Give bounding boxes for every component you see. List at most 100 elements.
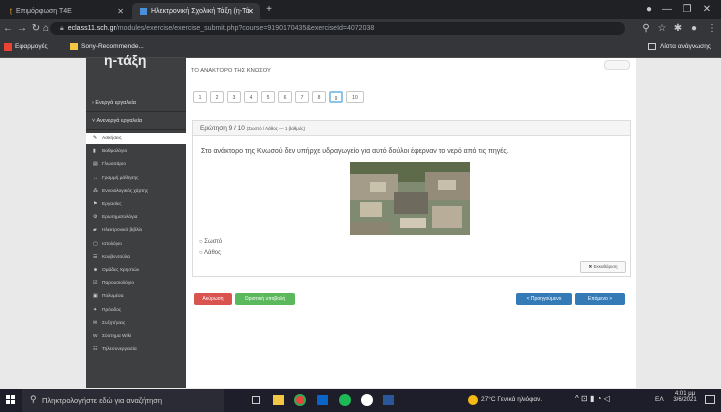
sidebar-item-label: Γλωσσάριο <box>102 162 126 168</box>
top-right-toggle[interactable] <box>604 60 630 70</box>
sidebar-item-icon: ⁂ <box>93 188 98 194</box>
sidebar-item[interactable]: ▮ Βαθμολόγιο <box>86 146 186 157</box>
clear-answer-button[interactable]: ✖ Εκκαθάριση <box>580 261 626 273</box>
back-icon[interactable]: ← <box>2 19 14 38</box>
page-button[interactable]: 4 <box>244 91 258 103</box>
url-field[interactable]: 🔒︎ eclass11.sch.gr/modules/exercise/exerc… <box>50 22 625 35</box>
spotify-icon[interactable] <box>339 394 351 406</box>
battery-icon[interactable]: ▮ <box>590 394 594 403</box>
previous-button[interactable]: < Προηγούμενο <box>516 293 572 305</box>
forward-icon[interactable]: → <box>16 19 28 38</box>
question-text: Στο ανάκτορο της Κνωσού δεν υπήρχε υδραγ… <box>201 148 509 155</box>
windows-start-icon[interactable] <box>6 395 16 405</box>
sidebar-section-inactive-tools[interactable]: ˅ Ανενεργά εργαλεία <box>86 112 186 130</box>
radio-icon[interactable]: ○ <box>199 250 203 256</box>
reading-list[interactable]: Λίστα ανάγνωσης <box>660 43 711 50</box>
sidebar-item[interactable]: ▰ Ηλεκτρονικό βιβλίο <box>86 225 186 236</box>
zoom-icon[interactable]: ⚲ <box>640 19 652 38</box>
sidebar-item[interactable]: ✦ Πρόοδος <box>86 305 186 316</box>
next-button[interactable]: Επόμενο > <box>575 293 625 305</box>
option-false[interactable]: ○ Λάθος <box>199 250 221 256</box>
bookmark-star-icon[interactable]: ☆ <box>656 19 668 38</box>
page-button[interactable]: 1 <box>193 91 207 103</box>
sidebar-item-icon: ▰ <box>93 228 97 234</box>
menu-dots-icon[interactable]: ⋮ <box>706 19 718 38</box>
sidebar-item-icon: ▣ <box>93 294 98 300</box>
weather-text[interactable]: 27°C Γενικά ηλιόφαν. <box>481 396 542 403</box>
wifi-icon[interactable]: ◔ <box>597 394 602 403</box>
sidebar-item[interactable]: ☑ Παρουσιολόγιο <box>86 278 186 289</box>
task-view-icon[interactable] <box>252 396 260 404</box>
close-window-icon[interactable]: ✕ <box>700 0 714 19</box>
sidebar-item-label: Σύστημα Wiki <box>102 334 132 339</box>
cancel-button[interactable]: Ακύρωση <box>194 293 232 305</box>
sidebar-item-label: Βαθμολόγιο <box>102 149 128 155</box>
sidebar-item[interactable]: ☷ Τηλεσυνεργασία <box>86 344 186 355</box>
sidebar-item-label: Εργασίες <box>102 202 122 207</box>
sidebar-item-label: Ιστολόγιο <box>102 241 122 247</box>
sidebar-item[interactable]: ↔ Γραμμή μάθησης <box>86 173 186 184</box>
radio-icon[interactable]: ○ <box>199 239 203 245</box>
sidebar-item-icon: ☷ <box>93 347 98 353</box>
browser-tab-1[interactable]: ʈ Επιμόρφωση Τ4Ε ✕ <box>2 3 130 19</box>
taskbar-search-box[interactable]: ⚲ Πληκτρολογήστε εδώ για αναζήτηση <box>22 389 224 412</box>
sidebar-item[interactable]: ✎ Ασκήσεις <box>86 133 186 144</box>
page-button[interactable]: 3 <box>227 91 241 103</box>
file-explorer-icon[interactable] <box>273 395 284 405</box>
bookmark-sony[interactable]: Sony-Recommende... <box>81 43 144 50</box>
sidebar-item-icon: ⚑ <box>93 202 98 207</box>
app-circle-icon[interactable] <box>361 394 373 406</box>
page-button[interactable]: 9 <box>329 91 343 103</box>
browser-tab-2[interactable]: Ηλεκτρονική Σχολική Τάξη (η-Τά ✕ <box>132 3 260 19</box>
chrome-icon[interactable] <box>294 394 306 406</box>
chevron-up-icon[interactable]: ^ <box>575 394 579 403</box>
site-logo[interactable]: η-τάξη <box>104 52 146 68</box>
bookmark-apps[interactable]: Εφαρμογές <box>15 43 48 50</box>
page-button[interactable]: 8 <box>312 91 326 103</box>
profile-circle-icon[interactable]: ● <box>642 0 656 19</box>
sidebar-item[interactable]: ▢ Ιστολόγιο <box>86 239 186 250</box>
sidebar-item[interactable]: ✉ Συζητήσεις <box>86 318 186 329</box>
sidebar-item-icon: ✦ <box>93 307 98 313</box>
minimize-icon[interactable]: — <box>660 0 674 19</box>
sidebar-section-active-tools[interactable]: › Ενεργά εργαλεία <box>86 94 186 112</box>
sidebar-item[interactable]: W Σύστημα Wiki <box>86 331 186 342</box>
word-icon[interactable] <box>383 395 394 405</box>
sidebar-item[interactable]: ▣ Πολυμέσα <box>86 291 186 302</box>
page-button[interactable]: 2 <box>210 91 224 103</box>
exercise-title: ΤΟ ΑΝΑΚΤΟΡΟ ΤΗΣ ΚΝΩΣΟΥ <box>191 68 271 74</box>
network-icon[interactable]: ⊡ <box>581 394 588 403</box>
option-true[interactable]: ○ Σωστό <box>199 239 222 245</box>
close-tab-icon[interactable]: ✕ <box>247 7 254 16</box>
extensions-icon[interactable]: ✱ <box>672 19 684 38</box>
speaker-icon[interactable]: ◁ <box>604 394 610 403</box>
sidebar-item[interactable]: ⚙ Ερωτηματολόγια <box>86 212 186 223</box>
sidebar-item-icon: ☰ <box>93 254 98 260</box>
final-submit-button[interactable]: Οριστική υποβολή <box>235 293 295 305</box>
page-button[interactable]: 10 <box>346 91 364 103</box>
page-button[interactable]: 5 <box>261 91 275 103</box>
avatar-icon[interactable]: ● <box>688 19 700 38</box>
question-header: Ερώτηση 9 / 10 (Σωστό / Λάθος — 1 βαθμός… <box>193 121 630 136</box>
page-button[interactable]: 7 <box>295 91 309 103</box>
sidebar-item[interactable]: ☰ Κουβεντούλα <box>86 252 186 263</box>
search-icon: ⚲ <box>30 394 37 404</box>
restore-icon[interactable]: ❐ <box>680 0 694 19</box>
sidebar-item-label: Ασκήσεις <box>102 136 122 141</box>
reading-list-icon <box>648 43 656 50</box>
sidebar-item[interactable]: ⚑ Εργασίες <box>86 199 186 210</box>
close-tab-icon[interactable]: ✕ <box>117 7 124 16</box>
sidebar-item[interactable]: ⁂ Εννοιολογικός χάρτης <box>86 186 186 197</box>
sidebar-item-label: Κουβεντούλα <box>102 254 130 260</box>
sidebar-item[interactable]: ☻ Ομάδες Χρηστών <box>86 265 186 276</box>
clock[interactable]: 4:01 μμ 3/6/2021 <box>672 391 698 403</box>
sidebar-item-icon: ▤ <box>93 162 98 168</box>
page-button[interactable]: 6 <box>278 91 292 103</box>
tray-icons[interactable]: ^ ⊡ ▮ ◔ ◁ <box>575 394 610 403</box>
new-tab-icon[interactable]: + <box>262 0 276 19</box>
sidebar-item[interactable]: ▤ Γλωσσάριο <box>86 159 186 170</box>
language-indicator[interactable]: ΕΛ <box>655 396 664 403</box>
notifications-icon[interactable] <box>705 395 715 404</box>
windows-taskbar: ⚲ Πληκτρολογήστε εδώ για αναζήτηση 27°C … <box>0 389 721 412</box>
outlook-icon[interactable] <box>317 395 328 405</box>
